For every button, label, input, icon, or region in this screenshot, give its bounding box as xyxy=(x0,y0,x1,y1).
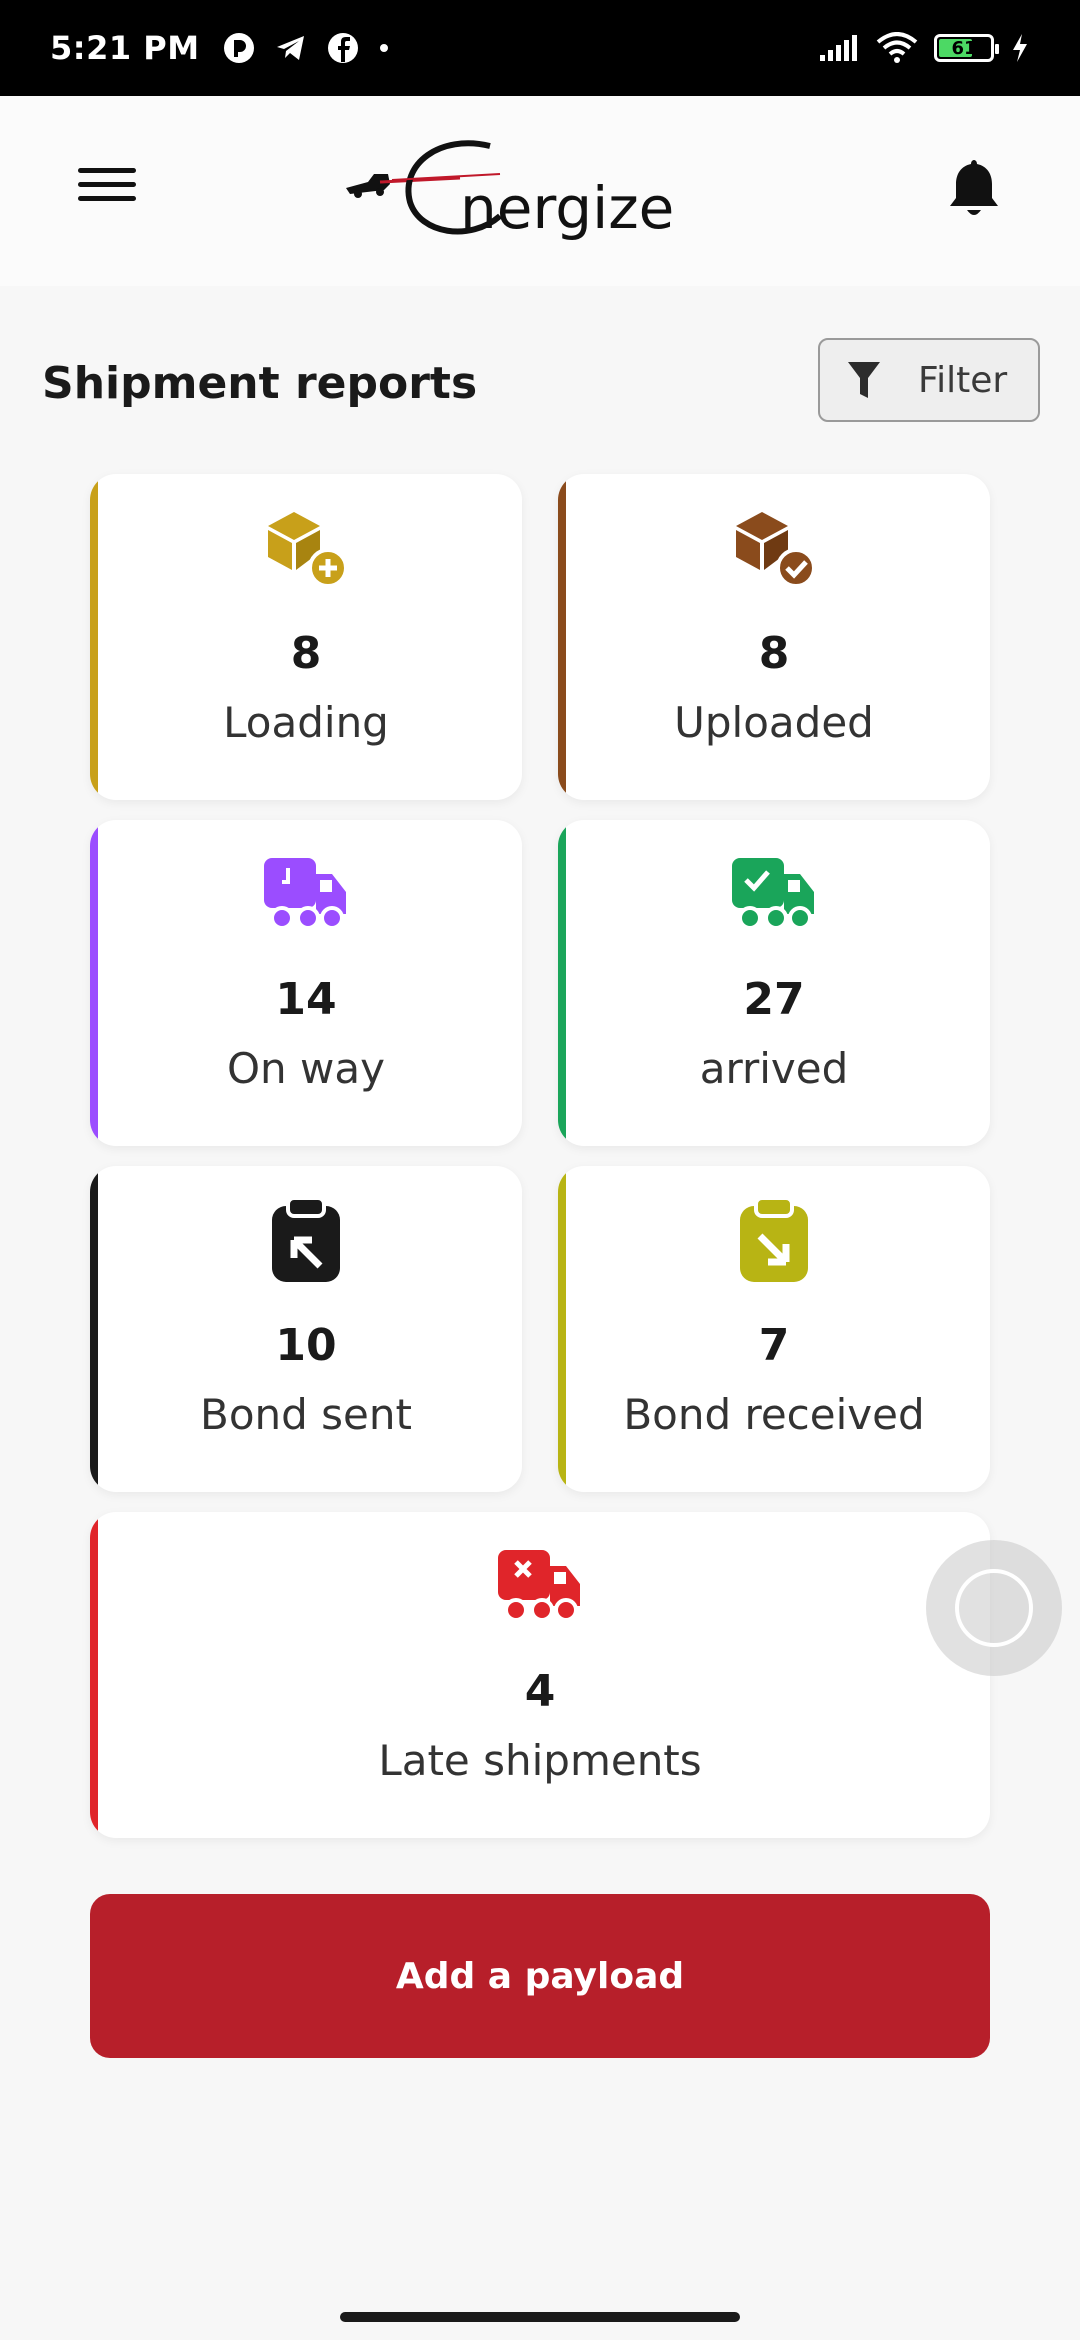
home-indicator[interactable] xyxy=(340,2312,740,2322)
floating-assist-button[interactable] xyxy=(926,1540,1062,1676)
card-count: 27 xyxy=(743,974,805,1025)
card-count: 7 xyxy=(758,1320,790,1371)
filter-button[interactable]: Filter xyxy=(818,338,1040,422)
logo-text: nergize xyxy=(460,174,674,242)
wifi-icon xyxy=(876,32,918,63)
page-title: Shipment reports xyxy=(42,358,478,409)
charging-icon xyxy=(1013,34,1027,62)
telegram-icon xyxy=(276,36,304,60)
status-time: 5:21 PM xyxy=(50,29,200,67)
app-header: nergize xyxy=(0,96,1080,286)
truck-x-icon xyxy=(498,1550,580,1622)
card-count: 4 xyxy=(524,1666,556,1717)
card-bond-received[interactable]: 7 Bond received xyxy=(558,1166,990,1492)
facebook-icon xyxy=(327,33,358,63)
clipboard-arrow-in-icon xyxy=(740,1196,808,1282)
notification-icons xyxy=(222,31,390,65)
box-check-icon xyxy=(736,512,816,588)
card-label: Late shipments xyxy=(378,1736,702,1785)
card-count: 14 xyxy=(275,974,337,1025)
hamburger-menu-icon[interactable] xyxy=(78,168,136,208)
card-arrived[interactable]: 27 arrived xyxy=(558,820,990,1146)
clipboard-arrow-out-icon xyxy=(272,1196,340,1282)
app-icon xyxy=(223,33,254,63)
card-label: Bond sent xyxy=(200,1390,412,1439)
card-label: Loading xyxy=(223,698,389,747)
card-label: Bond received xyxy=(623,1390,925,1439)
signal-icon xyxy=(820,35,857,61)
card-count: 10 xyxy=(275,1320,337,1371)
filter-icon xyxy=(848,362,880,398)
card-label: Uploaded xyxy=(674,698,874,747)
truck-check-icon xyxy=(732,858,814,930)
bell-icon[interactable] xyxy=(946,156,1002,220)
filter-label: Filter xyxy=(918,359,1008,401)
card-label: arrived xyxy=(699,1044,849,1093)
dot-icon xyxy=(379,44,388,52)
battery-icon: 61 xyxy=(934,34,999,62)
card-bond-sent[interactable]: 10 Bond sent xyxy=(90,1166,522,1492)
card-loading[interactable]: 8 Loading xyxy=(90,474,522,800)
truck-clock-icon xyxy=(264,858,346,930)
box-plus-icon xyxy=(268,512,348,588)
add-payload-label: Add a payload xyxy=(395,1955,685,1997)
floating-assist-ring-icon xyxy=(955,1569,1033,1647)
card-on-way[interactable]: 14 On way xyxy=(90,820,522,1146)
status-bar: 5:21 PM 61 xyxy=(0,0,1080,96)
energize-logo: nergize xyxy=(346,140,674,242)
card-count: 8 xyxy=(758,628,790,679)
card-label: On way xyxy=(227,1044,385,1093)
add-payload-button[interactable]: Add a payload xyxy=(90,1894,990,2058)
battery-level: 61 xyxy=(951,37,977,59)
card-count: 8 xyxy=(290,628,322,679)
system-icons: 61 xyxy=(818,32,1030,64)
card-late-shipments[interactable]: 4 Late shipments xyxy=(90,1512,990,1838)
card-uploaded[interactable]: 8 Uploaded xyxy=(558,474,990,800)
